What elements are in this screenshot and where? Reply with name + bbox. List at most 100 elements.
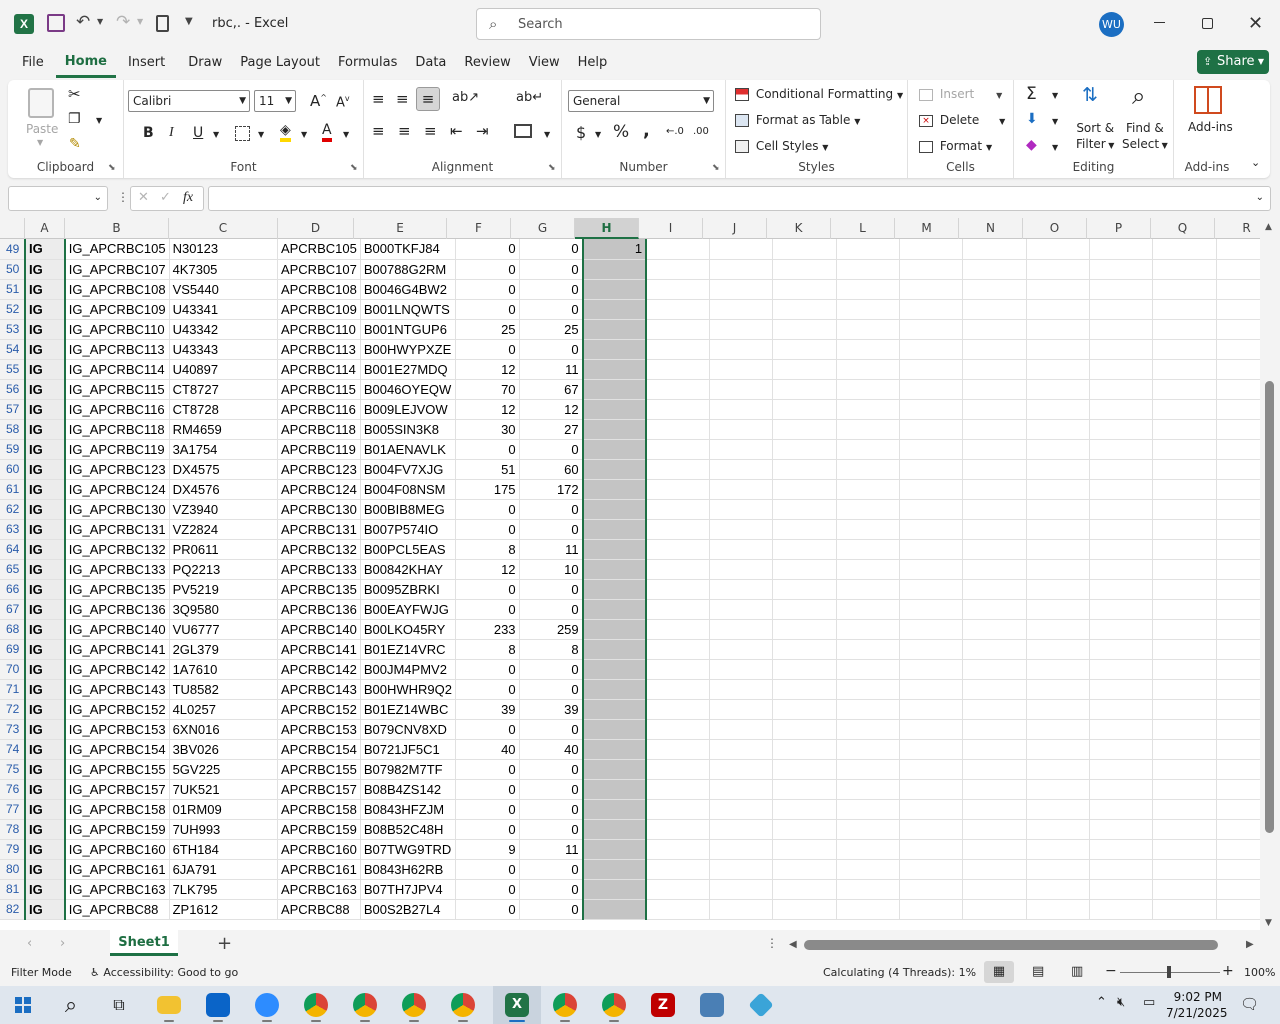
cell-empty[interactable]	[1089, 819, 1154, 840]
cell-b[interactable]: IG_APCRBC110	[64, 319, 170, 340]
cell-empty[interactable]	[1089, 879, 1154, 900]
copy-dropdown-icon[interactable]: ▼	[96, 116, 102, 125]
cell-c[interactable]: PQ2213	[169, 559, 278, 580]
cell-e[interactable]: B00PCL5EAS	[360, 539, 456, 560]
cell-empty[interactable]	[1026, 699, 1090, 720]
cell-h[interactable]	[581, 639, 648, 660]
cell-empty[interactable]	[962, 679, 1027, 700]
clipboard-launcher-icon[interactable]: ⬊	[108, 163, 116, 173]
page-break-view-icon[interactable]: ▥	[1071, 964, 1083, 979]
cell-empty[interactable]	[709, 319, 774, 340]
cell-empty[interactable]	[1026, 399, 1090, 420]
notifications-icon[interactable]: 🗨︎	[1240, 995, 1259, 1013]
cell-c[interactable]: VZ2824	[169, 519, 278, 540]
autosum-dropdown-icon[interactable]: ▼	[1052, 91, 1058, 100]
cell-empty[interactable]	[646, 719, 710, 740]
cell-g[interactable]: 10	[519, 559, 584, 580]
cell-empty[interactable]	[1152, 439, 1217, 460]
cell-f[interactable]: 39	[455, 699, 520, 720]
cell-empty[interactable]	[1026, 659, 1090, 680]
cell-empty[interactable]	[1152, 819, 1217, 840]
cell-empty[interactable]	[709, 699, 774, 720]
cell-g[interactable]: 0	[519, 239, 584, 260]
cell-f[interactable]: 25	[455, 319, 520, 340]
cell-e[interactable]: B000TKFJ84	[360, 239, 456, 260]
align-top-icon[interactable]: ≡	[372, 90, 385, 108]
cell-d[interactable]: APCRBC161	[277, 859, 361, 880]
cell-empty[interactable]	[1089, 699, 1154, 720]
cell-h[interactable]	[581, 519, 648, 540]
bold-icon[interactable]: B	[143, 125, 154, 141]
cell-empty[interactable]	[709, 259, 774, 280]
cell-empty[interactable]	[772, 839, 837, 860]
excel-taskbar-icon[interactable]: X	[493, 986, 541, 1024]
cell-h[interactable]	[581, 399, 648, 420]
cell-h[interactable]	[581, 779, 648, 800]
cell-empty[interactable]	[962, 279, 1027, 300]
copy-icon[interactable]: ❐	[68, 111, 81, 127]
row-header[interactable]: 79	[0, 839, 26, 860]
prev-sheet-icon[interactable]: ‹	[27, 936, 32, 951]
calculator-icon[interactable]	[156, 15, 169, 32]
cell-empty[interactable]	[836, 259, 900, 280]
cell-b[interactable]: IG_APCRBC107	[64, 259, 170, 280]
cell-empty[interactable]	[646, 659, 710, 680]
cell-empty[interactable]	[1152, 239, 1217, 260]
next-sheet-icon[interactable]: ›	[60, 936, 65, 951]
cell-empty[interactable]	[1026, 339, 1090, 360]
cell-empty[interactable]	[709, 779, 774, 800]
row-header[interactable]: 77	[0, 799, 26, 820]
cell-empty[interactable]	[836, 899, 900, 920]
cell-h[interactable]	[581, 619, 648, 640]
clear-icon[interactable]: ◆	[1026, 137, 1037, 153]
cell-empty[interactable]	[1152, 739, 1217, 760]
cell-b[interactable]: IG_APCRBC163	[64, 879, 170, 900]
cell-d[interactable]: APCRBC116	[277, 399, 361, 420]
cell-c[interactable]: PR0611	[169, 539, 278, 560]
increase-indent-icon[interactable]: ⇥	[476, 122, 489, 140]
cell-empty[interactable]	[646, 899, 710, 920]
cell-empty[interactable]	[709, 659, 774, 680]
cell-empty[interactable]	[899, 319, 964, 340]
tab-draw[interactable]: Draw	[179, 48, 231, 78]
cell-empty[interactable]	[1152, 339, 1217, 360]
cell-c[interactable]: 6TH184	[169, 839, 278, 860]
cell-c[interactable]: 01RM09	[169, 799, 278, 820]
cell-g[interactable]: 0	[519, 859, 584, 880]
cell-b[interactable]: IG_APCRBC132	[64, 539, 170, 560]
cell-h[interactable]	[581, 339, 648, 360]
cell-d[interactable]: APCRBC143	[277, 679, 361, 700]
redo-icon[interactable]: ↷	[116, 12, 130, 32]
cell-empty[interactable]	[899, 699, 964, 720]
cell-a[interactable]: IG	[23, 399, 66, 420]
cell-empty[interactable]	[772, 319, 837, 340]
cell-empty[interactable]	[646, 799, 710, 820]
cell-f[interactable]: 12	[455, 399, 520, 420]
conditional-formatting-button[interactable]: Conditional Formatting ▼	[735, 87, 903, 101]
cell-empty[interactable]	[836, 679, 900, 700]
cell-d[interactable]: APCRBC140	[277, 619, 361, 640]
tab-view[interactable]: View	[520, 48, 569, 78]
cell-empty[interactable]	[1026, 319, 1090, 340]
cell-empty[interactable]	[1152, 699, 1217, 720]
merge-center-icon[interactable]	[514, 124, 532, 138]
chrome-icon[interactable]	[546, 986, 584, 1024]
cell-f[interactable]: 51	[455, 459, 520, 480]
cell-empty[interactable]	[962, 819, 1027, 840]
cell-d[interactable]: APCRBC154	[277, 739, 361, 760]
cell-d[interactable]: APCRBC136	[277, 599, 361, 620]
cell-b[interactable]: IG_APCRBC130	[64, 499, 170, 520]
cell-e[interactable]: B001E27MDQ	[360, 359, 456, 380]
cell-empty[interactable]	[1089, 279, 1154, 300]
cell-f[interactable]: 0	[455, 679, 520, 700]
cell-empty[interactable]	[899, 599, 964, 620]
cell-empty[interactable]	[962, 839, 1027, 860]
cell-c[interactable]: VZ3940	[169, 499, 278, 520]
cell-empty[interactable]	[899, 679, 964, 700]
cell-empty[interactable]	[899, 299, 964, 320]
cell-e[interactable]: B00S2B27L4	[360, 899, 456, 920]
collapse-ribbon-icon[interactable]: ⌄	[1251, 156, 1260, 169]
cell-empty[interactable]	[646, 859, 710, 880]
column-header-a[interactable]: A	[25, 218, 65, 239]
cell-a[interactable]: IG	[23, 259, 66, 280]
